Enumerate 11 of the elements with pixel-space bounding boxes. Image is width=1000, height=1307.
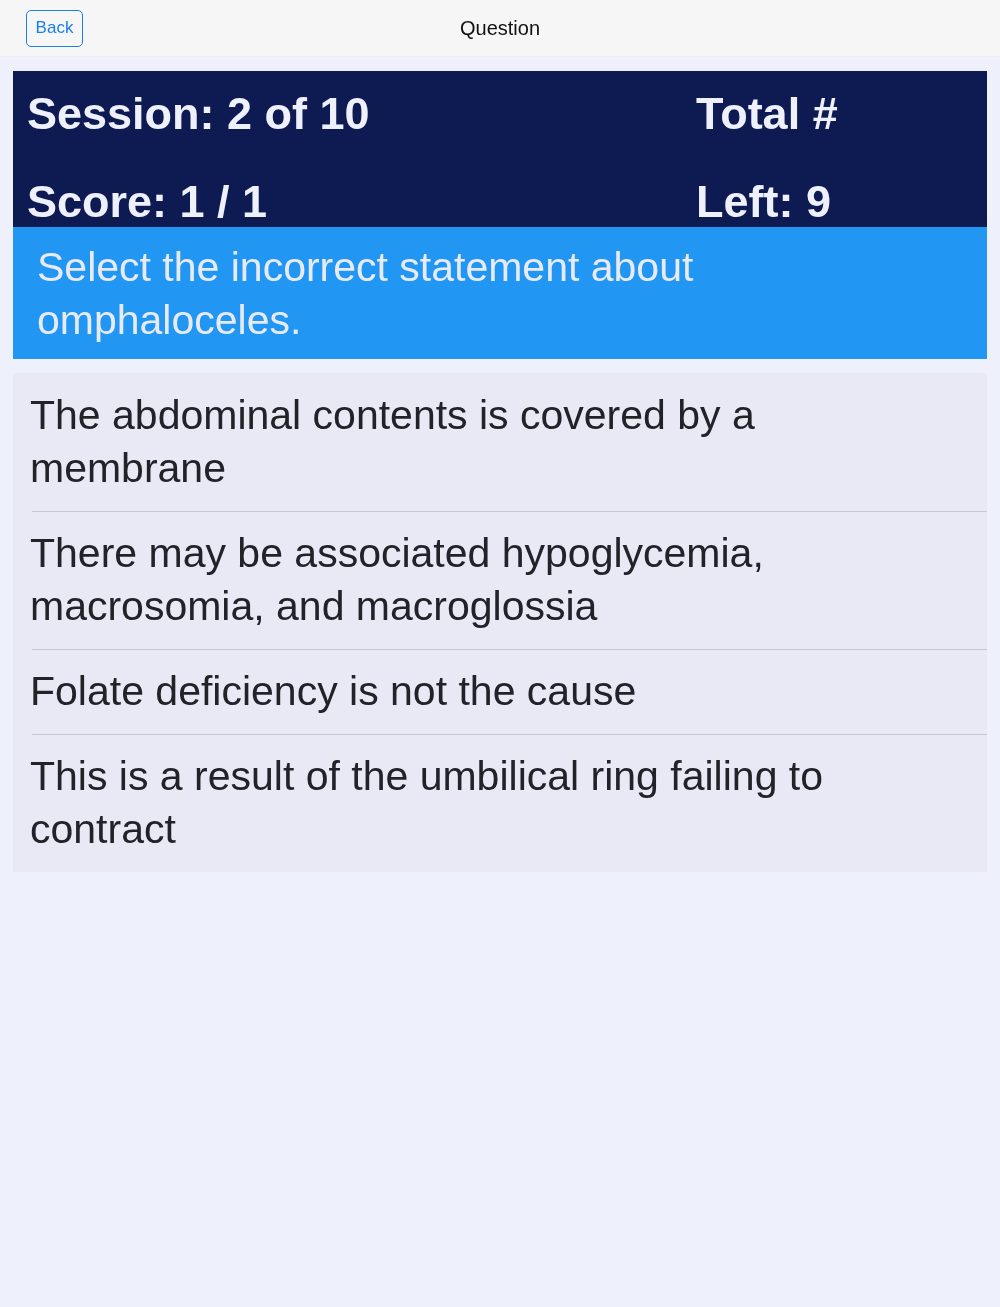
answer-option[interactable]: This is a result of the umbilical ring failing to contract	[13, 734, 987, 872]
back-button[interactable]: Back	[26, 9, 83, 47]
stat-label: Total #	[696, 88, 839, 140]
stat-label: Score: 1 / 1	[27, 176, 269, 227]
answer-option[interactable]: There may be associated hypoglycemia, macrosomia, and macroglossia	[13, 511, 987, 649]
question-text: Select the incorrect statement about omphaloceles.	[13, 227, 987, 359]
stat-label: Session: 2 of 10	[27, 88, 371, 140]
screen-title: Question	[459, 17, 541, 40]
answer-option[interactable]: Folate deficiency is not the cause	[13, 649, 987, 734]
answer-option[interactable]: The abdominal contents is covered by a membrane	[13, 373, 987, 511]
stat-label: Left: 9	[696, 176, 832, 227]
